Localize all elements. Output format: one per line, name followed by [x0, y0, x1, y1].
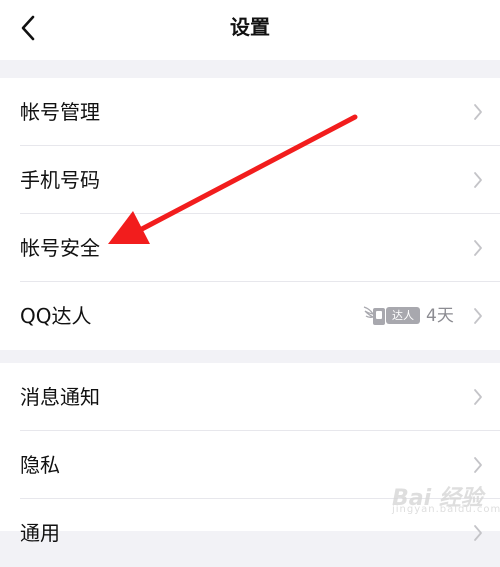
talent-badge: 达人 — [362, 303, 422, 329]
talent-badge-label: 达人 — [386, 307, 420, 324]
row-label: 消息通知 — [20, 385, 100, 409]
row-label: 帐号安全 — [20, 236, 100, 260]
chevron-right-icon — [474, 308, 482, 324]
baidu-watermark: Bai 经验 jingyan.baidu.com — [392, 470, 500, 518]
chevron-right-icon — [474, 389, 482, 405]
chevron-right-icon — [474, 525, 482, 541]
page-title: 设置 — [230, 15, 270, 39]
row-phone-number[interactable]: 手机号码 — [0, 146, 500, 214]
settings-group-account: 帐号管理 手机号码 帐号安全 QQ达人 达人 4天 — [0, 78, 500, 350]
row-label: 手机号码 — [20, 168, 100, 192]
chevron-right-icon — [474, 240, 482, 256]
row-qq-talent[interactable]: QQ达人 达人 4天 — [0, 282, 500, 350]
row-label: 通用 — [20, 521, 60, 545]
row-message-notification[interactable]: 消息通知 — [0, 363, 500, 431]
row-label: 帐号管理 — [20, 100, 100, 124]
chevron-right-icon — [474, 172, 482, 188]
watermark-subtext: jingyan.baidu.com — [392, 504, 500, 515]
row-account-management[interactable]: 帐号管理 — [0, 78, 500, 146]
nav-bar: 设置 — [0, 0, 500, 60]
talent-days: 4天 — [426, 306, 454, 326]
row-label: QQ达人 — [20, 304, 92, 328]
row-label: 隐私 — [20, 453, 60, 477]
chevron-right-icon — [474, 104, 482, 120]
row-account-security[interactable]: 帐号安全 — [0, 214, 500, 282]
